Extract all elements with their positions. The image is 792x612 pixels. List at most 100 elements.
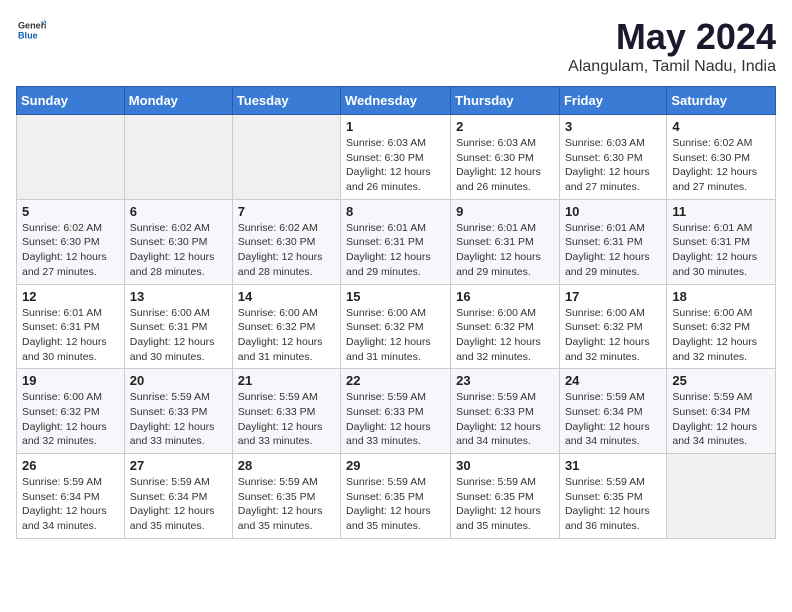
calendar-week-2: 5 Sunrise: 6:02 AM Sunset: 6:30 PM Daylig… <box>17 199 776 284</box>
day-info: Sunrise: 5:59 AM Sunset: 6:34 PM Dayligh… <box>672 390 770 449</box>
day-number: 10 <box>565 204 661 219</box>
calendar-cell: 30 Sunrise: 5:59 AM Sunset: 6:35 PM Dayli… <box>451 454 560 539</box>
day-number: 11 <box>672 204 770 219</box>
day-info: Sunrise: 6:03 AM Sunset: 6:30 PM Dayligh… <box>456 136 554 195</box>
calendar-cell <box>124 115 232 200</box>
header: General Blue May 2024 Alangulam, Tamil N… <box>16 16 776 76</box>
calendar-cell: 17Sunrise: 6:00 AM Sunset: 6:32 PM Dayli… <box>559 284 666 369</box>
day-number: 3 <box>565 119 661 134</box>
day-number: 21 <box>238 373 335 388</box>
weekday-header-sunday: Sunday <box>17 87 125 115</box>
day-info: Sunrise: 5:59 AM Sunset: 6:33 PM Dayligh… <box>346 390 445 449</box>
calendar-cell: 25 Sunrise: 5:59 AM Sunset: 6:34 PM Dayli… <box>667 369 776 454</box>
day-info: Sunrise: 5:59 AM Sunset: 6:35 PM Dayligh… <box>565 475 661 534</box>
calendar-cell: 1 Sunrise: 6:03 AM Sunset: 6:30 PM Daylig… <box>341 115 451 200</box>
day-number: 24 <box>565 373 661 388</box>
calendar-week-5: 26 Sunrise: 5:59 AM Sunset: 6:34 PM Dayli… <box>17 454 776 539</box>
day-number: 8 <box>346 204 445 219</box>
calendar-cell: 4 Sunrise: 6:02 AM Sunset: 6:30 PM Daylig… <box>667 115 776 200</box>
day-info: Sunrise: 6:01 AM Sunset: 6:31 PM Dayligh… <box>672 221 770 280</box>
day-number: 4 <box>672 119 770 134</box>
calendar-cell: 31 Sunrise: 5:59 AM Sunset: 6:35 PM Dayli… <box>559 454 666 539</box>
calendar-cell: 11 Sunrise: 6:01 AM Sunset: 6:31 PM Dayli… <box>667 199 776 284</box>
day-number: 27 <box>130 458 227 473</box>
calendar-cell: 13 Sunrise: 6:00 AM Sunset: 6:31 PM Dayli… <box>124 284 232 369</box>
calendar-table: SundayMondayTuesdayWednesdayThursdayFrid… <box>16 86 776 539</box>
day-info: Sunrise: 5:59 AM Sunset: 6:33 PM Dayligh… <box>238 390 335 449</box>
day-number: 23 <box>456 373 554 388</box>
calendar-week-4: 19 Sunrise: 6:00 AM Sunset: 6:32 PM Dayli… <box>17 369 776 454</box>
day-number: 2 <box>456 119 554 134</box>
calendar-cell: 28 Sunrise: 5:59 AM Sunset: 6:35 PM Dayli… <box>232 454 340 539</box>
calendar-cell: 18 Sunrise: 6:00 AM Sunset: 6:32 PM Dayli… <box>667 284 776 369</box>
day-info: Sunrise: 6:01 AM Sunset: 6:31 PM Dayligh… <box>565 221 661 280</box>
weekday-header-tuesday: Tuesday <box>232 87 340 115</box>
day-info: Sunrise: 5:59 AM Sunset: 6:34 PM Dayligh… <box>130 475 227 534</box>
calendar-cell: 10 Sunrise: 6:01 AM Sunset: 6:31 PM Dayli… <box>559 199 666 284</box>
day-info: Sunrise: 5:59 AM Sunset: 6:33 PM Dayligh… <box>456 390 554 449</box>
svg-text:Blue: Blue <box>18 30 38 40</box>
day-number: 31 <box>565 458 661 473</box>
calendar-cell: 2 Sunrise: 6:03 AM Sunset: 6:30 PM Daylig… <box>451 115 560 200</box>
day-number: 26 <box>22 458 119 473</box>
day-info: Sunrise: 6:02 AM Sunset: 6:30 PM Dayligh… <box>672 136 770 195</box>
day-info: Sunrise: 5:59 AM Sunset: 6:34 PM Dayligh… <box>565 390 661 449</box>
day-info: Sunrise: 6:00 AM Sunset: 6:32 PM Dayligh… <box>456 306 554 365</box>
day-number: 19 <box>22 373 119 388</box>
day-info: Sunrise: 5:59 AM Sunset: 6:35 PM Dayligh… <box>238 475 335 534</box>
day-number: 12 <box>22 289 119 304</box>
calendar-week-1: 1 Sunrise: 6:03 AM Sunset: 6:30 PM Daylig… <box>17 115 776 200</box>
calendar-cell: 27 Sunrise: 5:59 AM Sunset: 6:34 PM Dayli… <box>124 454 232 539</box>
day-info: Sunrise: 6:00 AM Sunset: 6:31 PM Dayligh… <box>130 306 227 365</box>
day-info: Sunrise: 5:59 AM Sunset: 6:33 PM Dayligh… <box>130 390 227 449</box>
calendar-cell <box>17 115 125 200</box>
day-number: 18 <box>672 289 770 304</box>
weekday-header-monday: Monday <box>124 87 232 115</box>
day-number: 13 <box>130 289 227 304</box>
calendar-cell: 8 Sunrise: 6:01 AM Sunset: 6:31 PM Daylig… <box>341 199 451 284</box>
day-info: Sunrise: 6:00 AM Sunset: 6:32 PM Dayligh… <box>565 306 661 365</box>
day-info: Sunrise: 6:01 AM Sunset: 6:31 PM Dayligh… <box>456 221 554 280</box>
month-title: May 2024 <box>568 16 776 58</box>
day-info: Sunrise: 5:59 AM Sunset: 6:35 PM Dayligh… <box>346 475 445 534</box>
calendar-week-3: 12 Sunrise: 6:01 AM Sunset: 6:31 PM Dayli… <box>17 284 776 369</box>
day-number: 5 <box>22 204 119 219</box>
day-info: Sunrise: 6:01 AM Sunset: 6:31 PM Dayligh… <box>346 221 445 280</box>
day-info: Sunrise: 6:02 AM Sunset: 6:30 PM Dayligh… <box>22 221 119 280</box>
day-number: 1 <box>346 119 445 134</box>
day-number: 28 <box>238 458 335 473</box>
day-info: Sunrise: 6:00 AM Sunset: 6:32 PM Dayligh… <box>346 306 445 365</box>
calendar-cell: 26Sunrise: 5:59 AM Sunset: 6:34 PM Dayli… <box>17 454 125 539</box>
day-info: Sunrise: 6:00 AM Sunset: 6:32 PM Dayligh… <box>672 306 770 365</box>
calendar-cell: 19 Sunrise: 6:00 AM Sunset: 6:32 PM Dayli… <box>17 369 125 454</box>
calendar-cell <box>667 454 776 539</box>
calendar-cell: 23 Sunrise: 5:59 AM Sunset: 6:33 PM Dayli… <box>451 369 560 454</box>
calendar-cell: 6Sunrise: 6:02 AM Sunset: 6:30 PM Daylig… <box>124 199 232 284</box>
day-info: Sunrise: 6:01 AM Sunset: 6:31 PM Dayligh… <box>22 306 119 365</box>
day-info: Sunrise: 6:00 AM Sunset: 6:32 PM Dayligh… <box>22 390 119 449</box>
weekday-header-wednesday: Wednesday <box>341 87 451 115</box>
day-number: 29 <box>346 458 445 473</box>
day-number: 30 <box>456 458 554 473</box>
day-info: Sunrise: 6:02 AM Sunset: 6:30 PM Dayligh… <box>238 221 335 280</box>
calendar-cell: 16 Sunrise: 6:00 AM Sunset: 6:32 PM Dayli… <box>451 284 560 369</box>
title-area: May 2024 Alangulam, Tamil Nadu, India <box>568 16 776 76</box>
calendar-cell: 14Sunrise: 6:00 AM Sunset: 6:32 PM Dayli… <box>232 284 340 369</box>
calendar-cell: 3Sunrise: 6:03 AM Sunset: 6:30 PM Daylig… <box>559 115 666 200</box>
day-number: 6 <box>130 204 227 219</box>
calendar-cell <box>232 115 340 200</box>
calendar-cell: 21 Sunrise: 5:59 AM Sunset: 6:33 PM Dayli… <box>232 369 340 454</box>
weekday-header-thursday: Thursday <box>451 87 560 115</box>
day-number: 9 <box>456 204 554 219</box>
calendar-cell: 29 Sunrise: 5:59 AM Sunset: 6:35 PM Dayli… <box>341 454 451 539</box>
calendar-cell: 12 Sunrise: 6:01 AM Sunset: 6:31 PM Dayli… <box>17 284 125 369</box>
day-number: 20 <box>130 373 227 388</box>
day-number: 25 <box>672 373 770 388</box>
calendar-cell: 9 Sunrise: 6:01 AM Sunset: 6:31 PM Daylig… <box>451 199 560 284</box>
calendar-cell: 24 Sunrise: 5:59 AM Sunset: 6:34 PM Dayli… <box>559 369 666 454</box>
weekday-header-saturday: Saturday <box>667 87 776 115</box>
day-number: 16 <box>456 289 554 304</box>
day-info: Sunrise: 6:03 AM Sunset: 6:30 PM Dayligh… <box>346 136 445 195</box>
day-info: Sunrise: 5:59 AM Sunset: 6:35 PM Dayligh… <box>456 475 554 534</box>
logo: General Blue <box>16 16 46 44</box>
